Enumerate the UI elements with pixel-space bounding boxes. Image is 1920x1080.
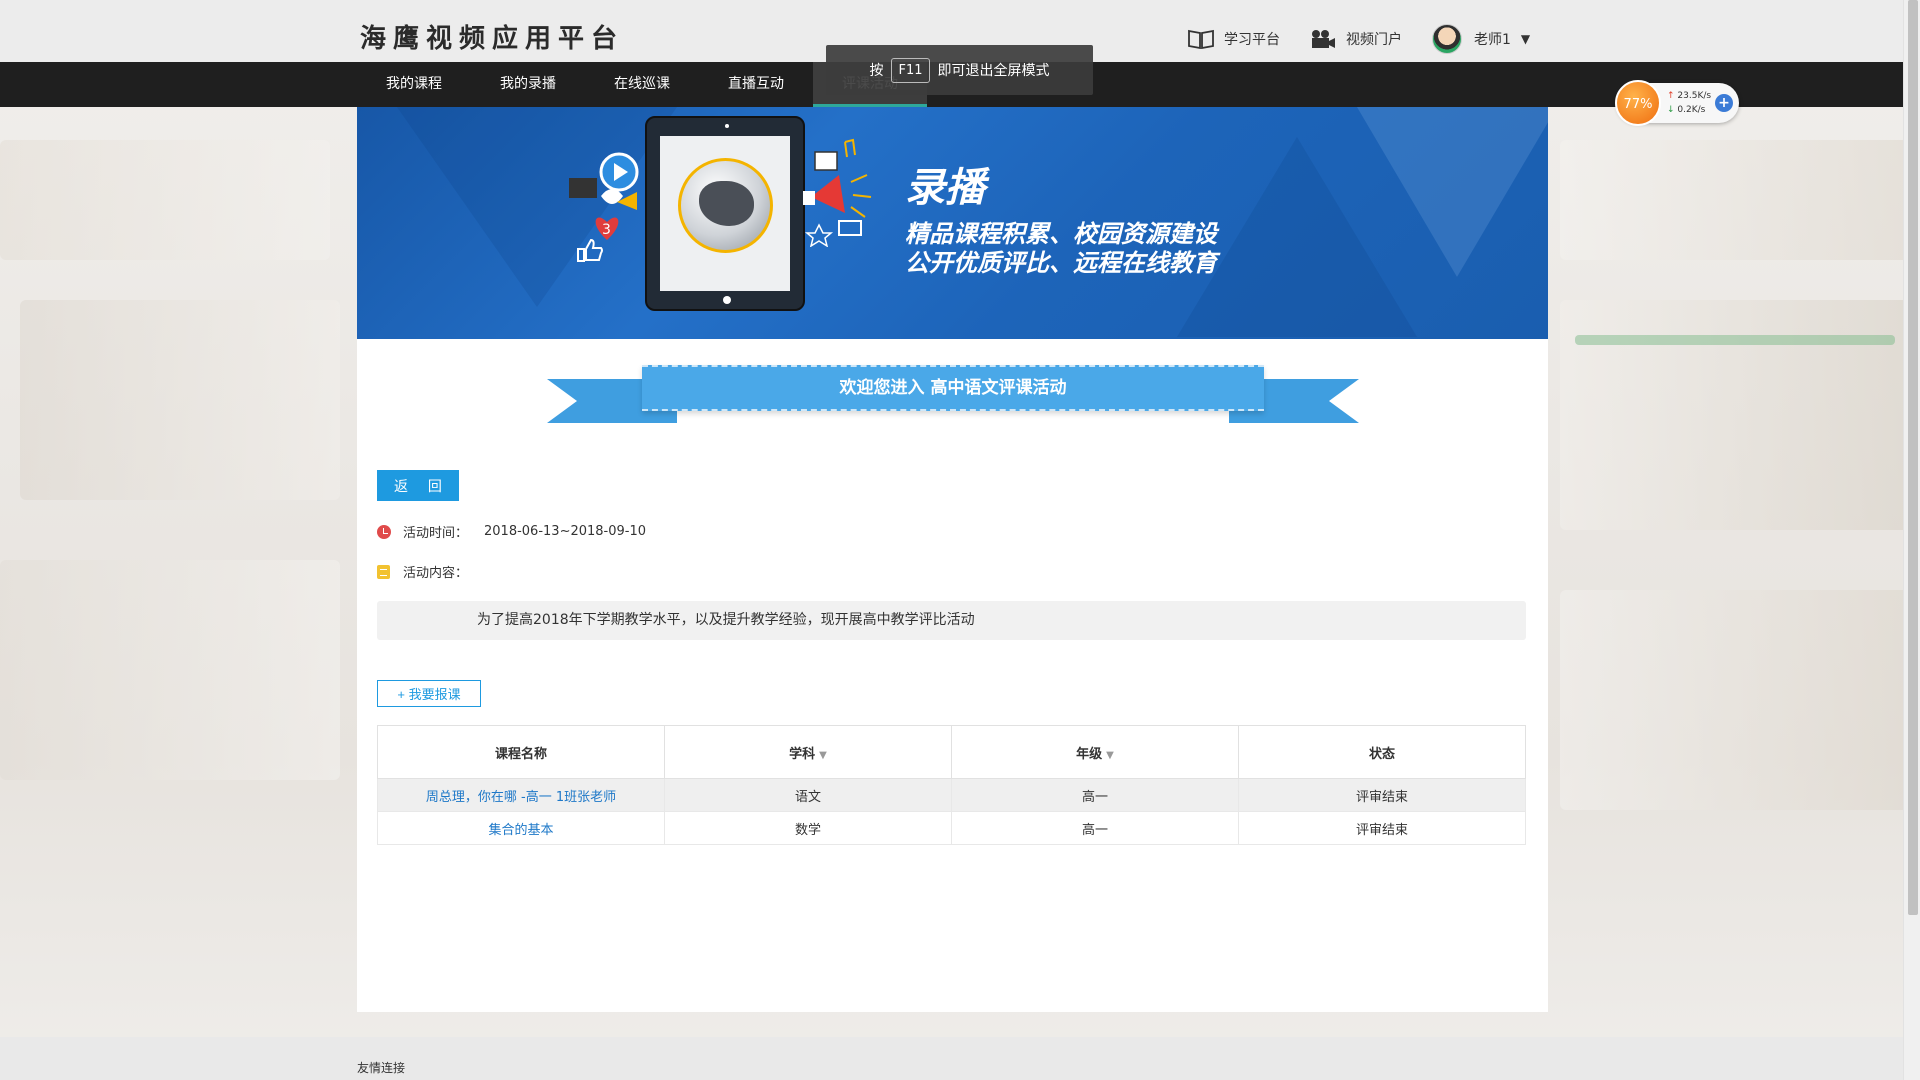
background-decoration [0,140,330,260]
speed-rates: 23.5K/s 0.2K/s [1667,89,1711,117]
table-row: 集合的基本 数学 高一 评审结束 [377,811,1526,845]
welcome-ribbon: 欢迎您进入 高中语文评课活动 [547,365,1359,435]
course-status: 评审结束 [1238,778,1526,812]
sort-down-icon[interactable]: ▼ [819,750,827,761]
column-header-subject[interactable]: 学科 ▼ [664,725,952,779]
fullscreen-tip: 按 F11 即可退出全屏模式 [826,45,1093,95]
banner-slogan-2: 公开优质评比、远程在线教育 [905,249,1217,277]
fullscreen-tip-suffix: 即可退出全屏模式 [937,63,1050,79]
ribbon-text: 欢迎您进入 高中语文评课活动 [642,365,1264,411]
note-icon [377,564,390,579]
banner: 3 录播 精品课程积累、校园资源建设 公开优质评比、远程在线教育 [357,107,1548,339]
course-status: 评审结束 [1238,811,1526,845]
activity-time-value: 2018-06-13~2018-09-10 [484,524,647,539]
vertical-scrollbar[interactable] [1903,0,1920,1080]
site-logo[interactable]: 海鹰视频应用平台 [360,18,624,55]
user-name: 老师1 [1474,32,1511,48]
background-decoration [0,560,340,780]
banner-decoration [1357,107,1548,277]
column-header-label: 年级 [1076,746,1103,762]
header-links: 学习平台 视频门户 老师1 ▼ [1188,24,1530,54]
activity-content-label: 活动内容： [403,566,469,581]
activity-time-label: 活动时间： [403,526,469,541]
background-decoration [20,300,340,500]
study-platform-link[interactable]: 学习平台 [1188,29,1280,49]
media-icons-cluster: 3 [569,152,639,240]
clock-icon [377,524,391,539]
scrollbar-thumb[interactable] [1908,0,1918,915]
activity-time-row: 活动时间： 2018-06-13~2018-09-10 [377,522,646,541]
book-icon [1188,29,1214,49]
column-header-label: 学科 [789,746,816,762]
activity-content-row: 活动内容： [377,562,484,581]
column-header-course-name: 课程名称 [377,725,665,779]
course-subject: 数学 [664,811,952,845]
fullscreen-tip-key: F11 [891,57,930,83]
plus-icon[interactable]: + [1715,94,1733,112]
course-name-link[interactable]: 周总理，你在哪 -高一 1班张老师 [377,778,665,812]
video-portal-link[interactable]: 视频门户 [1310,29,1402,49]
background-decoration [1575,335,1895,345]
course-name-link[interactable]: 集合的基本 [377,811,665,845]
nav-item-online-patrol[interactable]: 在线巡课 [585,62,699,107]
main-content: 3 录播 精品课程积累、校园资源建设 公开优质评比、远程在线教育 欢迎您进入 高… [357,107,1548,1012]
activity-description: 为了提高2018年下学期教学水平，以及提升教学经验，现开展高中教学评比活动 [377,601,1526,640]
background-decoration [1560,140,1920,260]
footer: 友情连接 [0,1037,1903,1080]
course-grade: 高一 [951,811,1239,845]
course-grade: 高一 [951,778,1239,812]
nav-item-my-courses[interactable]: 我的课程 [357,62,471,107]
network-speed-widget[interactable]: 77% 23.5K/s 0.2K/s + [1615,80,1739,126]
column-header-status: 状态 [1238,725,1526,779]
user-menu[interactable]: 老师1 ▼ [1432,24,1530,54]
footer-links-title: 友情连接 [357,1061,406,1075]
nav-item-my-recordings[interactable]: 我的录播 [471,62,585,107]
video-camera-icon [1312,30,1335,48]
signup-course-button[interactable]: + 我要报课 [377,680,481,707]
tablet-illustration [645,116,805,311]
chevron-down-icon: ▼ [1520,32,1531,46]
svg-text:3: 3 [602,222,611,238]
upload-rate: 23.5K/s [1667,89,1711,103]
back-button[interactable]: 返 回 [377,470,459,501]
table-header-row: 课程名称 学科 ▼ 年级 ▼ 状态 [377,725,1526,779]
column-header-grade[interactable]: 年级 ▼ [951,725,1239,779]
background-decoration [1560,590,1920,810]
course-subject: 语文 [664,778,952,812]
study-platform-label: 学习平台 [1224,32,1280,48]
banner-title: 录播 [905,164,985,211]
fullscreen-tip-prefix: 按 [869,63,884,79]
course-table: 课程名称 学科 ▼ 年级 ▼ 状态 周总理，你在哪 -高一 1班张老师 语文 高一 … [377,725,1526,845]
speed-percent[interactable]: 77% [1615,80,1661,126]
megaphone-icon [803,138,872,247]
video-portal-label: 视频门户 [1346,32,1402,48]
nav-item-live-interaction[interactable]: 直播互动 [699,62,813,107]
column-header-label: 状态 [1368,746,1395,762]
sort-down-icon[interactable]: ▼ [1106,750,1114,761]
globe-icon [678,158,773,253]
thumbs-up-icon [577,238,603,262]
avatar [1432,24,1462,54]
download-rate: 0.2K/s [1667,103,1711,117]
table-row: 周总理，你在哪 -高一 1班张老师 语文 高一 评审结束 [377,778,1526,812]
column-header-label: 课程名称 [494,746,547,762]
